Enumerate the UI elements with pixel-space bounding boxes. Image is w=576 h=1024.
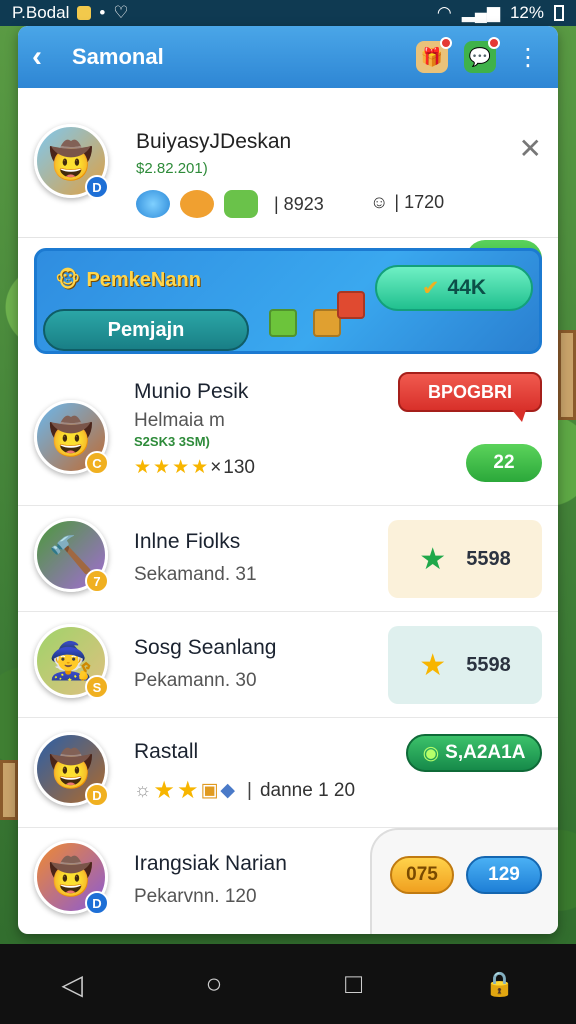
avatar: 🤠 D bbox=[34, 732, 109, 807]
profile-name: BuiyasyJDeskan bbox=[136, 130, 292, 153]
gem-icon bbox=[224, 190, 258, 218]
more-options-icon[interactable]: ⋮ bbox=[512, 41, 544, 73]
profile-stat-a: | 8923 bbox=[274, 194, 324, 214]
wifi-icon: ◠ bbox=[436, 3, 452, 22]
row-name: Rastall bbox=[134, 740, 199, 763]
star-icon: ★ bbox=[134, 457, 152, 478]
close-icon[interactable]: ✕ bbox=[519, 132, 542, 165]
row-name: Sosg Seanlang bbox=[134, 636, 277, 659]
row-pill-label: S,A2A1A bbox=[445, 742, 526, 763]
gold-star-icon: ★ bbox=[419, 648, 447, 682]
green-cube-icon bbox=[269, 309, 297, 337]
green-star-icon: ★ bbox=[419, 542, 447, 576]
star-rating: ☼ ★ ★ ▣ ◆ | danne 1 20 bbox=[134, 776, 355, 805]
star-icon: ★ bbox=[191, 457, 209, 478]
chat-icon[interactable]: 💬 bbox=[464, 37, 500, 73]
level-badge: D bbox=[85, 175, 109, 199]
level-badge: D bbox=[85, 891, 109, 915]
background-house bbox=[558, 330, 576, 420]
gift-icon[interactable]: 🎁 bbox=[416, 37, 452, 73]
check-arrow-icon: ✔ bbox=[421, 276, 440, 300]
app-notification-icon bbox=[77, 6, 92, 20]
shield-icon: ◆ bbox=[220, 780, 236, 801]
carrier-label: P.Bodal bbox=[12, 3, 70, 22]
promo-cta-button[interactable]: ✔ 44K bbox=[375, 265, 533, 311]
recents-icon[interactable]: □ bbox=[345, 968, 362, 1000]
list-item[interactable]: 🤠 D Irangsiak Narian Pekarvnn. 120 075 1… bbox=[18, 828, 558, 934]
page-title: Samonal bbox=[72, 44, 164, 69]
row-pill-button[interactable]: ◉ S,A2A1A bbox=[406, 734, 542, 772]
row-subtitle: danne 1 20 bbox=[259, 779, 356, 801]
avatar: 🔨 7 bbox=[34, 518, 109, 593]
avatar[interactable]: 🤠 D bbox=[34, 124, 109, 199]
row-name: Munio Pesik bbox=[134, 380, 249, 403]
refresh-icon: ◉ bbox=[422, 742, 440, 764]
rating-value: 130 bbox=[223, 456, 255, 478]
avatar: 🤠 C bbox=[34, 400, 109, 475]
promo-cta-label: 44K bbox=[447, 276, 487, 299]
user-face-icon: ☺ bbox=[370, 192, 389, 212]
row-tag: S2SK3 3SM) bbox=[134, 434, 210, 449]
status-bar: P.Bodal • ♡ ◠ ▂▄▆ 12% bbox=[0, 0, 576, 26]
value-tile[interactable]: ★ 5598 bbox=[388, 626, 542, 704]
level-badge: S bbox=[85, 675, 109, 699]
promo-banner: 🐵 PemkeNann Pemjajn ✔ 44K bbox=[34, 248, 542, 354]
level-badge: 7 bbox=[85, 569, 109, 593]
main-panel: ‹ Samonal 🎁 💬 ⋮ 🤠 D BuiyasyJDeskan $2.82… bbox=[18, 26, 558, 934]
navigation-bar: ◁ ○ □ 🔒 bbox=[0, 944, 576, 1024]
chest-icon: ▣ bbox=[200, 780, 219, 801]
level-badge: D bbox=[85, 783, 109, 807]
promo-button[interactable]: Pemjajn bbox=[43, 309, 249, 351]
avatar: 🧙 S bbox=[34, 624, 109, 699]
row-pill-a[interactable]: 075 bbox=[390, 856, 454, 894]
sun-icon: ☼ bbox=[134, 779, 152, 801]
notification-icon: ♡ bbox=[113, 3, 129, 22]
back-icon[interactable]: ◁ bbox=[61, 968, 83, 1001]
back-arrow-icon[interactable]: ‹ bbox=[32, 40, 72, 74]
speech-badge[interactable]: BPOGBRI bbox=[398, 372, 542, 422]
background-house bbox=[0, 760, 18, 820]
divider: | bbox=[247, 779, 252, 801]
list-item[interactable]: 🧙 S Sosg Seanlang Pekamann. 30 ★ 5598 bbox=[18, 612, 558, 718]
row-name: Irangsiak Narian bbox=[134, 852, 287, 875]
list-item[interactable]: 🔨 7 Inlne Fiolks Sekamand. 31 ★ 5598 bbox=[18, 506, 558, 612]
profile-subtitle: $2.82.201) bbox=[136, 160, 208, 177]
row-subtitle: Sekamand. 31 bbox=[134, 564, 257, 585]
signal-icon: ▂▄▆ bbox=[461, 3, 500, 22]
list-item[interactable]: 🤠 D Rastall ☼ ★ ★ ▣ ◆ | danne 1 20 ◉ S,A… bbox=[18, 718, 558, 828]
row-subtitle: Helmaia m bbox=[134, 410, 225, 431]
list-item[interactable]: 🤠 C Munio Pesik Helmaia m S2SK3 3SM) ★ ★… bbox=[18, 362, 558, 506]
red-cube-icon bbox=[337, 291, 365, 319]
app-bar: ‹ Samonal 🎁 💬 ⋮ bbox=[18, 26, 558, 88]
row-pill-b[interactable]: 129 bbox=[466, 856, 542, 894]
rating-multiplier: × bbox=[210, 456, 222, 478]
battery-percent: 12% bbox=[509, 3, 544, 22]
promo-title-group: 🐵 PemkeNann bbox=[55, 267, 201, 293]
row-subtitle: Pekamann. 30 bbox=[134, 670, 257, 691]
profile-stat-b-group: ☺ | 1720 bbox=[370, 192, 444, 213]
mascot-icon: 🐵 bbox=[55, 267, 81, 292]
dot-icon: • bbox=[99, 3, 106, 22]
battery-icon bbox=[554, 5, 564, 21]
medal-icon bbox=[180, 190, 214, 218]
promo-title: PemkeNann bbox=[86, 268, 201, 291]
tile-value: 5598 bbox=[466, 653, 511, 676]
row-subtitle: Pekarvnn. 120 bbox=[134, 886, 257, 907]
coin-stack-icon bbox=[136, 190, 170, 218]
star-icon: ★ bbox=[153, 777, 175, 804]
profile-header: 🤠 D BuiyasyJDeskan $2.82.201) ✕ | 8923 ☺… bbox=[18, 88, 558, 278]
lock-icon[interactable]: 🔒 bbox=[485, 970, 515, 999]
star-icon: ★ bbox=[176, 777, 199, 804]
avatar: 🤠 D bbox=[34, 840, 109, 915]
star-rating: ★ ★ ★ ★ × 130 bbox=[134, 456, 255, 479]
home-icon[interactable]: ○ bbox=[206, 968, 223, 1000]
level-badge: C bbox=[85, 451, 109, 475]
profile-stat-b: | 1720 bbox=[394, 192, 445, 212]
row-name: Inlne Fiolks bbox=[134, 530, 241, 553]
value-tile[interactable]: ★ 5598 bbox=[388, 520, 542, 598]
star-icon: ★ bbox=[172, 457, 190, 478]
tile-value: 5598 bbox=[466, 547, 511, 570]
row-pill-button[interactable]: 22 bbox=[466, 444, 542, 482]
star-icon: ★ bbox=[153, 457, 171, 478]
